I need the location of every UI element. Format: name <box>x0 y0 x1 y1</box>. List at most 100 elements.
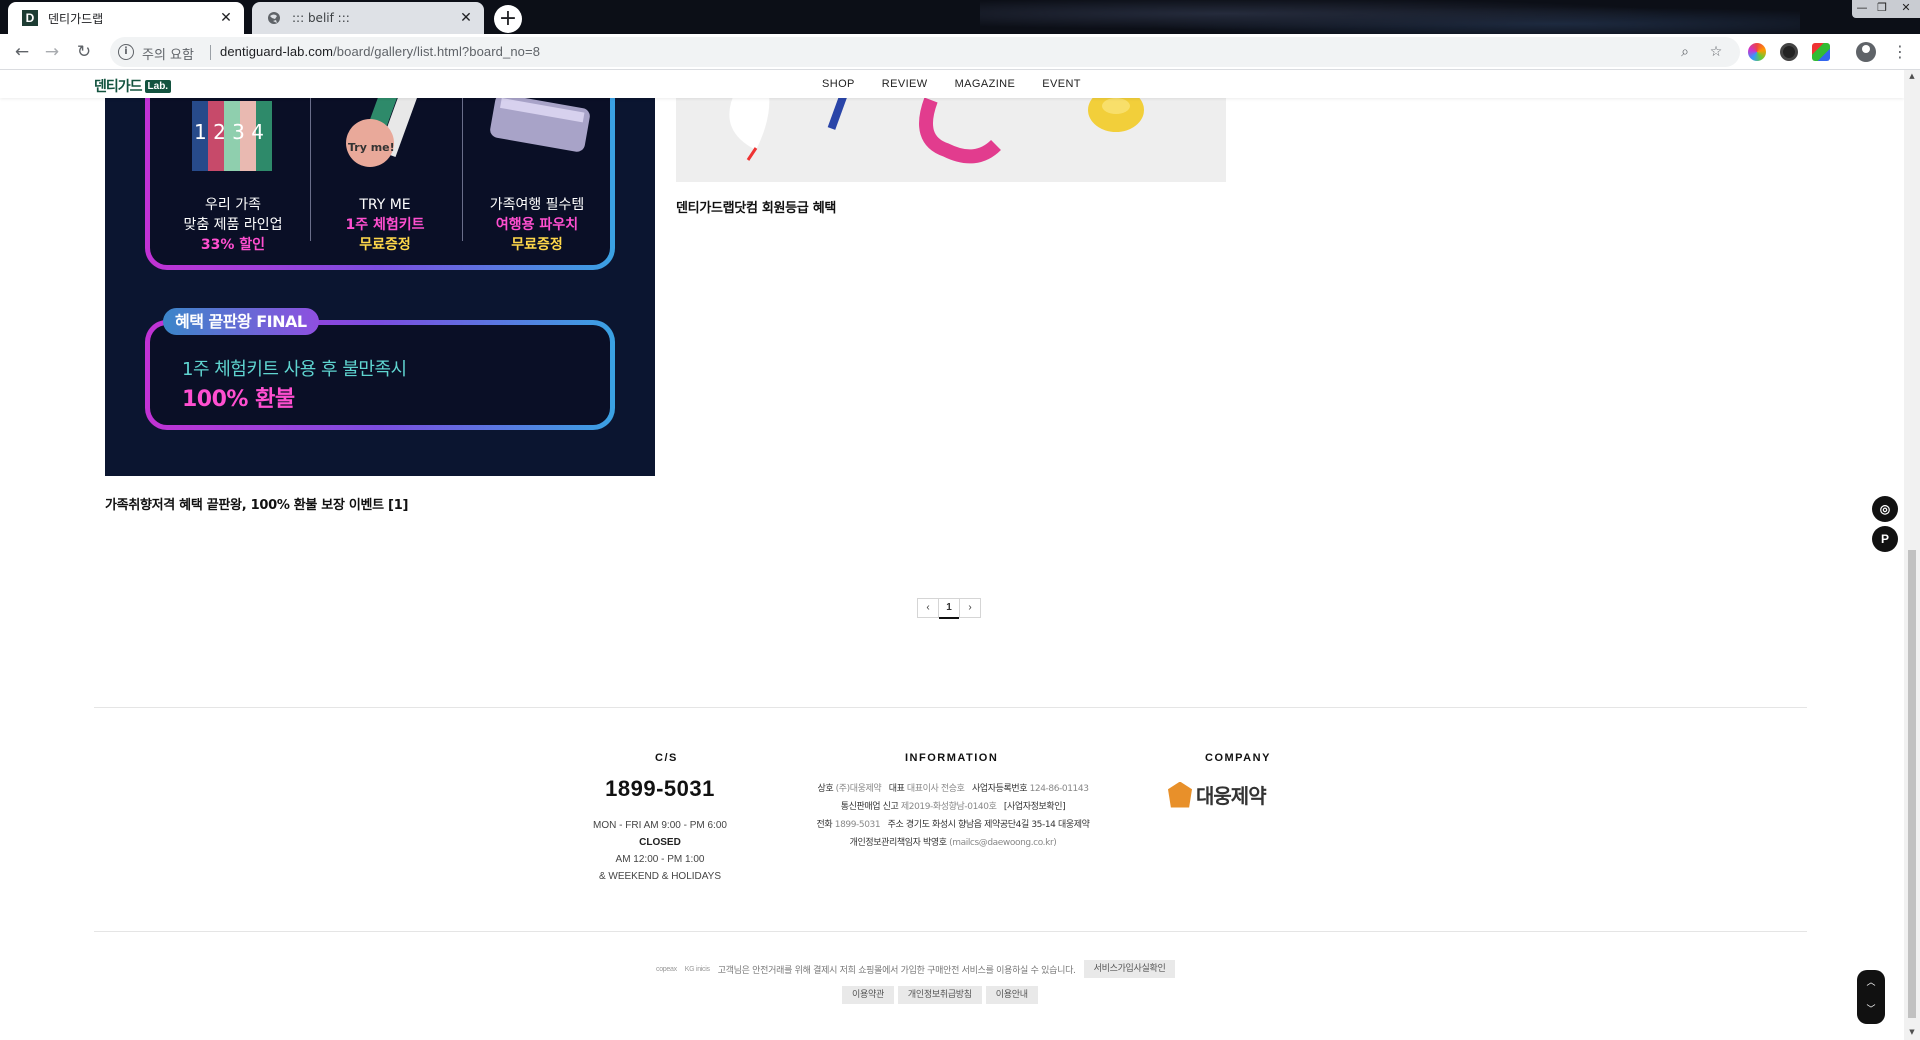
policy-links: 이용약관 개인정보취급방침 이용안내 <box>842 986 1038 1004</box>
close-tab-icon[interactable]: ✕ <box>458 10 474 26</box>
next-page-button[interactable]: › <box>959 598 981 618</box>
extension-colorful-icon[interactable] <box>1812 43 1830 61</box>
info-value: 박영호 <box>923 838 947 848</box>
window-controls: — ❐ ✕ <box>1852 0 1920 18</box>
company-heading: COMPANY <box>1205 752 1271 764</box>
new-tab-button[interactable]: + <box>494 5 522 33</box>
camera-icon[interactable]: ◎ <box>1872 496 1898 522</box>
scroll-arrow-down-icon[interactable]: ▼ <box>1907 1028 1917 1036</box>
guide-link[interactable]: 이용안내 <box>985 986 1038 1004</box>
gallery-caption-event[interactable]: 가족취향저격 혜택 끝판왕, 100% 환불 보장 이벤트 [1] <box>105 494 408 513</box>
info-line-2: 통신판매업 신고 제2019-화성향남-0140호 [사업자정보확인] <box>780 798 1126 816</box>
escrow-text: 고객님은 안전거래를 위해 결제시 저희 쇼핑몰에서 가입한 구매안전 서비스를… <box>717 965 1076 976</box>
profile-avatar-icon[interactable] <box>1856 42 1876 62</box>
extension-shield-icon[interactable] <box>1780 43 1798 61</box>
site-logo[interactable]: 덴티가드 Lab. <box>94 76 172 96</box>
info-value: 대표이사 전승호 <box>906 784 965 794</box>
scrollbar-thumb[interactable] <box>1908 550 1916 1018</box>
final-badge: 혜택 끝판왕 FINAL <box>163 308 319 335</box>
escrow-notice: copeax KG inicis 고객님은 안전거래를 위해 결제시 저희 쇼핑… <box>656 960 1176 978</box>
menu-shop[interactable]: SHOP <box>822 78 855 90</box>
zoom-icon[interactable]: ⌕ <box>1676 43 1694 61</box>
kg-inicis-logo: KG inicis <box>684 965 710 973</box>
terms-link[interactable]: 이용약관 <box>842 986 894 1004</box>
back-button[interactable]: ← <box>10 40 34 64</box>
globe-icon <box>266 10 282 26</box>
kit-label: Try me! <box>348 141 395 154</box>
cs-weekday-hours: MON - FRI AM 9:00 - PM 6:00 <box>593 820 727 831</box>
forward-button[interactable]: → <box>40 40 64 64</box>
info-label: 개인정보관리책임자 <box>849 838 921 848</box>
event-banner-image[interactable]: 1 2 3 4 우리 가족 맞춤 제품 라인업 33% 할인 Try me! TRY… <box>105 70 655 476</box>
copeax-logo: copeax <box>656 965 677 973</box>
pouch-highlight: 무료증정 <box>511 237 563 253</box>
info-icon[interactable]: i <box>118 44 134 60</box>
info-line-4: 개인정보관리책임자 박영호 (mailcs@daewoong.co.kr) <box>780 834 1126 852</box>
page-1-button[interactable]: 1 <box>938 598 960 619</box>
bookmark-star-icon[interactable]: ☆ <box>1707 43 1725 61</box>
address-divider <box>210 45 211 60</box>
extension-rainbow-icon[interactable] <box>1748 43 1766 61</box>
tab-belif[interactable]: ::: belif ::: ✕ <box>252 2 484 34</box>
close-window-button[interactable]: ✕ <box>1892 0 1920 18</box>
info-value: 경기도 화성시 향남읍 제약공단4길 35-14 대웅제약 <box>905 820 1090 830</box>
page-scrollbar[interactable]: ▲ ▼ <box>1904 70 1920 1040</box>
privacy-link[interactable]: 개인정보취급방침 <box>897 986 982 1004</box>
minimize-button[interactable]: — <box>1852 0 1872 18</box>
escrow-check-button[interactable]: 서비스가입사실확인 <box>1083 960 1176 978</box>
refund-condition: 1주 체험키트 사용 후 불만족시 <box>182 359 407 380</box>
menu-magazine[interactable]: MAGAZINE <box>955 78 1016 90</box>
info-value: 124-86-01143 <box>1029 784 1089 794</box>
footer-divider-bottom <box>94 931 1807 932</box>
browser-toolbar: ← → ↻ i 주의 요함 dentiguard-lab.com/board/g… <box>0 34 1920 70</box>
cs-holiday: & WEEKEND & HOLIDAYS <box>598 871 722 882</box>
gallery-caption-membership[interactable]: 덴티가드랩닷컴 회원등급 혜택 <box>676 197 836 216</box>
browser-menu-icon[interactable]: ⋮ <box>1892 40 1908 64</box>
logo-lab-badge: Lab. <box>144 79 172 93</box>
company-information: 상호 (주)대웅제약 대표 대표이사 전승호 사업자등록번호 124-86-01… <box>780 780 1126 852</box>
maximize-button[interactable]: ❐ <box>1872 0 1892 18</box>
scroll-arrow-up-icon[interactable]: ▲ <box>1907 72 1917 80</box>
cs-heading: C/S <box>655 752 678 764</box>
menu-event[interactable]: EVENT <box>1042 78 1081 90</box>
refund-headline: 100% 환불 <box>182 387 295 412</box>
tab-title: 덴티가드랩 <box>48 11 104 26</box>
cs-closed-label: CLOSED <box>639 837 681 848</box>
daewoong-logo[interactable]: 대웅제약 <box>1168 780 1267 809</box>
url-text[interactable]: dentiguard-lab.com/board/gallery/list.ht… <box>220 44 540 59</box>
menu-review[interactable]: REVIEW <box>882 78 928 90</box>
scroll-down-icon[interactable]: ﹀ <box>1857 997 1885 1024</box>
company-name: 대웅제약 <box>1196 784 1267 808</box>
cs-phone: 1899-5031 <box>605 776 715 801</box>
info-value: 제2019-화성향남-0140호 <box>900 802 997 812</box>
tryme-highlight: 무료증정 <box>359 237 411 253</box>
svg-text:1 2 3 4: 1 2 3 4 <box>194 120 264 144</box>
prev-page-button[interactable]: ‹ <box>917 598 939 618</box>
tab-title: ::: belif ::: <box>292 11 350 25</box>
info-label: 주소 <box>887 820 904 830</box>
lineup-highlight: 33% 할인 <box>200 237 266 253</box>
refund-box: 1주 체험키트 사용 후 불만족시 100% 환불 <box>145 320 615 430</box>
address-bar[interactable]: i 주의 요함 dentiguard-lab.com/board/gallery… <box>110 37 1740 67</box>
pouch-line1: 가족여행 필수템 <box>489 197 585 213</box>
dentiguard-favicon-icon: D <box>22 10 38 26</box>
tab-dentiguard[interactable]: D 덴티가드랩 ✕ <box>8 2 244 34</box>
scroll-up-icon[interactable]: ︿ <box>1857 970 1885 997</box>
tab-strip-background <box>980 0 1800 34</box>
url-host: dentiguard-lab.com <box>220 44 334 59</box>
business-info-link[interactable]: [사업자정보확인] <box>1004 802 1066 812</box>
info-label: 사업자등록번호 <box>971 784 1028 794</box>
page-viewport: 덴티가드 Lab. SHOP REVIEW MAGAZINE EVENT 1 2… <box>0 70 1904 1040</box>
logo-text: 덴티가드 <box>94 79 143 95</box>
info-email[interactable]: (mailcs@daewoong.co.kr) <box>949 838 1057 848</box>
reload-button[interactable]: ↻ <box>72 40 96 64</box>
p-button[interactable]: P <box>1872 526 1898 552</box>
security-warning[interactable]: 주의 요함 <box>142 44 194 63</box>
info-line-3: 전화 1899-5031 주소 경기도 화성시 향남읍 제약공단4길 35-14… <box>780 816 1126 834</box>
info-line-1: 상호 (주)대웅제약 대표 대표이사 전승호 사업자등록번호 124-86-01… <box>780 780 1126 798</box>
benefit-box: 1 2 3 4 우리 가족 맞춤 제품 라인업 33% 할인 Try me! TRY… <box>145 70 615 270</box>
close-tab-icon[interactable]: ✕ <box>218 10 234 26</box>
info-label: 대표 <box>888 784 905 794</box>
info-label: 상호 <box>817 784 834 794</box>
info-value: (주)대웅제약 <box>835 784 882 794</box>
